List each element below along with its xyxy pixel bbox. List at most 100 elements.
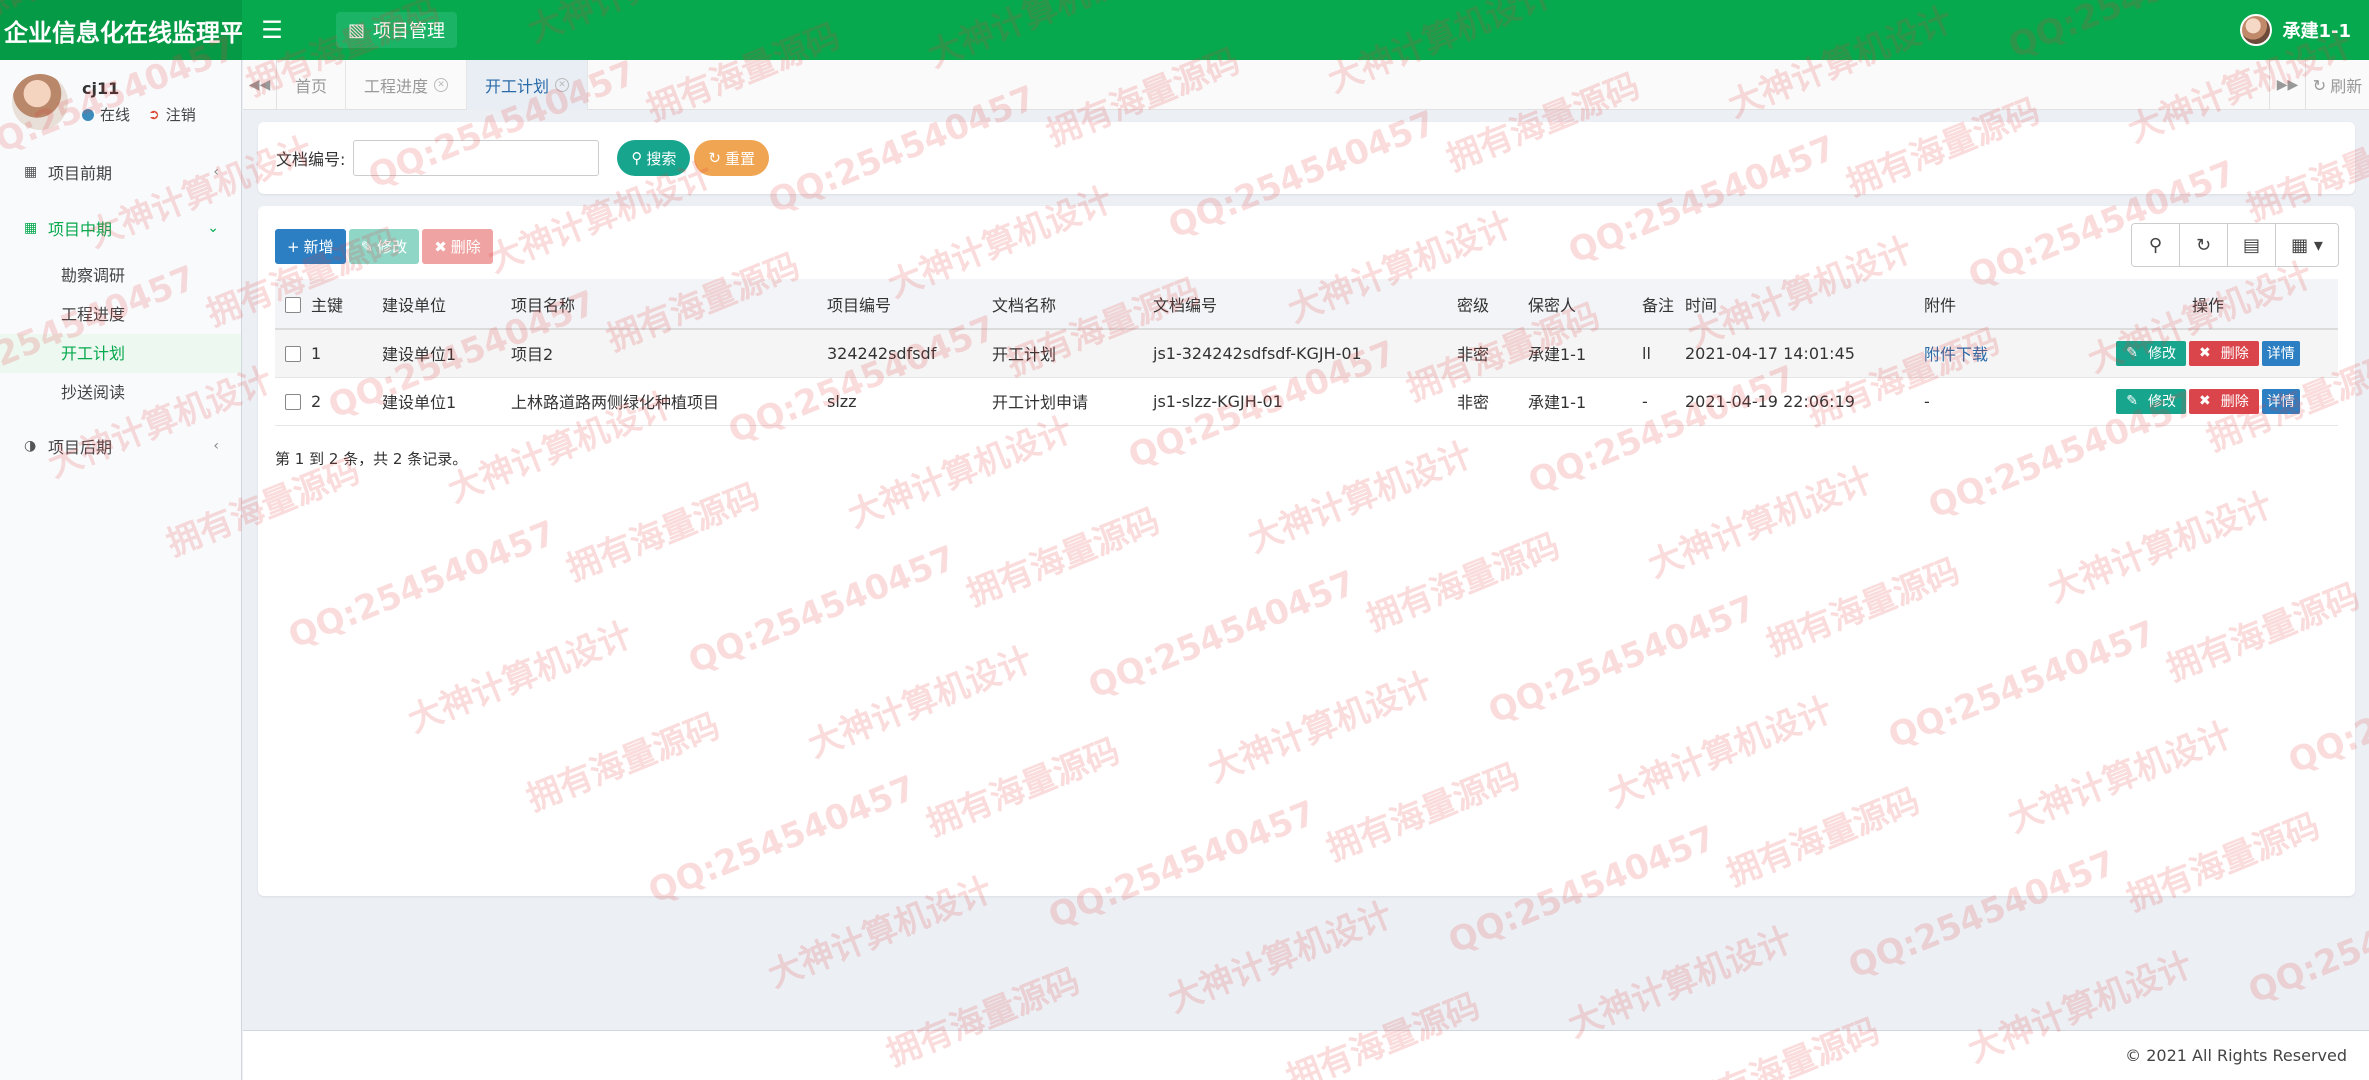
- plus-icon: +: [287, 237, 300, 256]
- row-delete-button[interactable]: ✖ 删除: [2189, 340, 2259, 366]
- data-table: 主键 建设单位 项目名称 项目编号 文档名称 文档编号 密级 保密人 备注 时间…: [275, 279, 2338, 426]
- project-management-label: 项目管理: [373, 21, 446, 42]
- chevron-down-icon: ⌄: [207, 220, 219, 236]
- col-header[interactable]: 保密人: [1528, 279, 1642, 329]
- row-detail-button[interactable]: 详情: [2261, 340, 2300, 366]
- cell-attachment: -: [1924, 391, 1930, 411]
- columns-icon[interactable]: ▦ ▾: [2276, 224, 2338, 266]
- cell-secret-level: 非密: [1457, 393, 1490, 412]
- sidebar-item-survey[interactable]: 勘察调研: [0, 256, 241, 295]
- close-icon: ✖: [434, 237, 447, 256]
- col-header[interactable]: 主键: [311, 279, 382, 329]
- user-panel: cj11 在线 ➲ 注销: [0, 60, 241, 144]
- edit-button-label: 修改: [377, 238, 408, 256]
- user-menu[interactable]: 承建1-1: [2240, 14, 2351, 46]
- reset-button[interactable]: ↻ 重置: [694, 140, 770, 176]
- refresh-tab-button[interactable]: ↻ 刷新: [2305, 60, 2369, 110]
- cell-doc-number: js1-324242sdfsdf-KGJH-01: [1153, 343, 1362, 363]
- refresh-label: 刷新: [2330, 77, 2363, 96]
- attachment-download-link[interactable]: 附件下载: [1924, 345, 1988, 364]
- tab-bar: ◀◀ 首页 工程进度 ✕ 开工计划 ✕ ▶▶ ↻ 刷新: [243, 59, 2369, 110]
- col-header[interactable]: 文档名称: [992, 279, 1153, 329]
- sidebar-item-cc-read[interactable]: 抄送阅读: [0, 373, 241, 412]
- tab-progress[interactable]: 工程进度 ✕: [346, 59, 468, 110]
- tab-scroll-right-icon[interactable]: ▶▶: [2269, 60, 2305, 110]
- half-circle-icon: ◑: [24, 438, 37, 454]
- logout-link[interactable]: 注销: [166, 104, 196, 125]
- cell-doc-number: js1-slzz-KGJH-01: [1153, 391, 1283, 411]
- sidebar-submenu: 勘察调研 工程进度 开工计划 抄送阅读: [0, 256, 241, 412]
- row-edit-button[interactable]: ✎ 修改: [2116, 340, 2186, 366]
- edit-button[interactable]: ✎ 修改: [348, 229, 420, 264]
- tab-label: 工程进度: [364, 76, 429, 96]
- sidebar-item-mid-project[interactable]: ▦ 项目中期 ⌄: [0, 200, 241, 256]
- col-header[interactable]: 项目编号: [827, 279, 992, 329]
- delete-button[interactable]: ✖ 删除: [422, 229, 493, 264]
- edit-icon: ✎: [2126, 345, 2138, 362]
- logout-icon[interactable]: ➲: [148, 107, 160, 123]
- sidebar-item-start-plan[interactable]: 开工计划: [0, 334, 241, 373]
- bar-chart-icon: ▧: [348, 19, 366, 41]
- col-header[interactable]: 密级: [1457, 279, 1528, 329]
- refresh-icon[interactable]: ↻: [2180, 224, 2228, 266]
- sidebar-item-pre-project[interactable]: ▦ 项目前期 ‹: [0, 144, 241, 200]
- search-icon[interactable]: ⚲: [2132, 224, 2180, 266]
- doc-number-input[interactable]: [353, 140, 600, 176]
- close-icon[interactable]: ✕: [555, 77, 570, 92]
- cell-keeper: 承建1-1: [1528, 393, 1587, 412]
- watermark-text: 大神计算机设计: [1162, 894, 1399, 1021]
- cell-doc-name: 开工计划: [992, 345, 1057, 365]
- row-delete-label: 删除: [2220, 346, 2249, 363]
- col-header[interactable]: 文档编号: [1153, 279, 1457, 329]
- cell-unit: 建设单位1: [382, 345, 457, 365]
- app-logo-title[interactable]: 企业信息化在线监理平台: [0, 0, 242, 60]
- cell-remark: ll: [1642, 343, 1651, 363]
- user-avatar: [2240, 14, 2273, 46]
- search-button[interactable]: ⚲ 搜索: [617, 140, 691, 176]
- tab-scroll-left-icon[interactable]: ◀◀: [243, 59, 277, 110]
- toggle-view-icon[interactable]: ▤: [2228, 224, 2276, 266]
- sidebar-item-progress[interactable]: 工程进度: [0, 295, 241, 334]
- search-icon: ⚲: [631, 149, 643, 167]
- col-header[interactable]: 附件: [1924, 279, 2078, 329]
- row-detail-button[interactable]: 详情: [2261, 388, 2300, 414]
- cell-project-number: 324242sdfsdf: [827, 343, 937, 363]
- edit-icon: ✎: [360, 237, 374, 256]
- row-delete-label: 删除: [2220, 394, 2249, 410]
- cell-id: 2: [311, 391, 322, 411]
- row-checkbox[interactable]: [285, 394, 301, 410]
- project-management-button[interactable]: ▧ 项目管理: [336, 12, 458, 48]
- top-navbar: 企业信息化在线监理平台 ☰ ▧ 项目管理 承建1-1: [0, 0, 2369, 60]
- add-button[interactable]: + 新增: [275, 229, 346, 264]
- cell-time: 2021-04-17 14:01:45: [1685, 343, 1855, 363]
- online-status-icon: [82, 108, 94, 121]
- cell-unit: 建设单位1: [382, 393, 457, 412]
- col-header[interactable]: 时间: [1685, 279, 1924, 329]
- row-delete-button[interactable]: ✖ 删除: [2189, 388, 2259, 414]
- select-all-checkbox[interactable]: [285, 296, 301, 313]
- row-edit-button[interactable]: ✎ 修改: [2116, 388, 2186, 414]
- user-display-name: 承建1-1: [2282, 21, 2351, 42]
- watermark-text: 大神计算机设计: [1562, 919, 1799, 1046]
- id-card-icon: ▦: [24, 220, 38, 236]
- chevron-left-icon: ‹: [213, 164, 219, 180]
- row-checkbox[interactable]: [285, 346, 301, 363]
- tab-start-plan[interactable]: 开工计划 ✕: [467, 59, 589, 110]
- search-panel: 文档编号: ⚲ 搜索 ↻ 重置: [258, 122, 2355, 194]
- close-icon[interactable]: ✕: [434, 77, 449, 92]
- avatar: [12, 74, 68, 130]
- tab-label: 开工计划: [485, 76, 550, 96]
- table-header-row: 主键 建设单位 项目名称 项目编号 文档名称 文档编号 密级 保密人 备注 时间…: [275, 279, 2338, 329]
- col-header[interactable]: 备注: [1642, 279, 1685, 329]
- col-header[interactable]: 建设单位: [382, 279, 511, 329]
- tab-home[interactable]: 首页: [277, 59, 347, 110]
- table-row[interactable]: 2 建设单位1 上林路道路两侧绿化种植项目 slzz 开工计划申请 js1-sl…: [275, 377, 2338, 425]
- table-toolbar: + 新增 ✎ 修改 ✖ 删除: [275, 229, 493, 264]
- sidebar-item-post-project[interactable]: ◑ 项目后期 ‹: [0, 418, 241, 474]
- table-row[interactable]: 1 建设单位1 项目2 324242sdfsdf 开工计划 js1-324242…: [275, 329, 2338, 377]
- sidebar-toggle-icon[interactable]: ☰: [242, 16, 302, 44]
- sidebar-item-label: 项目中期: [48, 220, 113, 239]
- reset-button-label: 重置: [725, 149, 756, 168]
- col-header[interactable]: 项目名称: [511, 279, 827, 329]
- delete-button-label: 删除: [450, 238, 481, 256]
